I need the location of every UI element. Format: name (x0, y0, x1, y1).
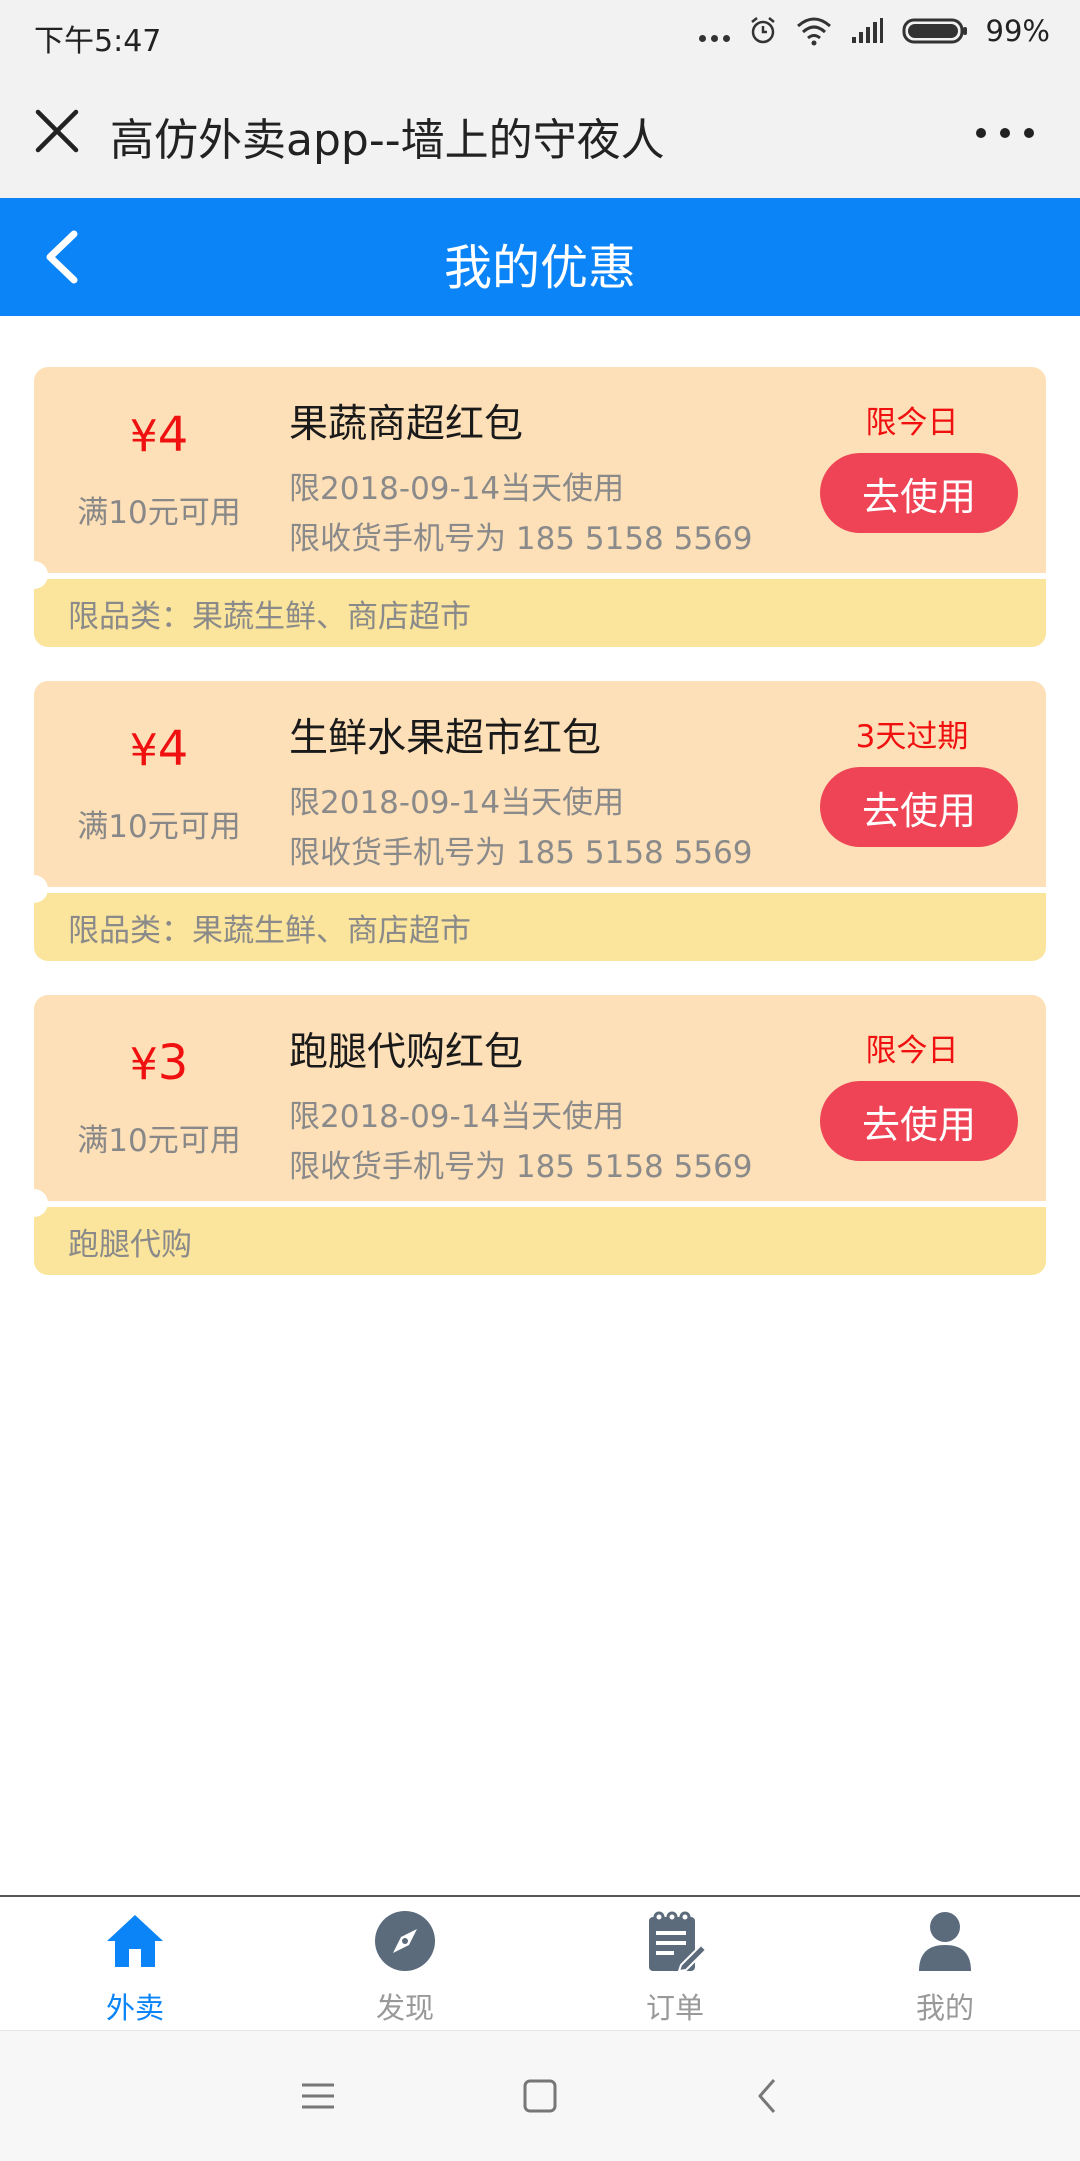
coupon-name: 跑腿代购红包 (289, 1030, 524, 1075)
home-icon (107, 1915, 163, 1967)
tab-takeout[interactable]: 外卖 (0, 1897, 270, 2032)
coupon-name: 果蔬商超红包 (289, 402, 524, 447)
coupon-card: 限品类：果蔬生鲜、商店超市 ¥4 满10元可用 生鲜水果超市红包 限2018-0… (34, 681, 1046, 961)
more-notifications-icon (698, 16, 730, 46)
home-square-icon[interactable] (520, 2076, 560, 2116)
close-icon[interactable] (34, 108, 80, 154)
coupon-date-limit: 限2018-09-14当天使用 (289, 471, 625, 507)
status-bar: 下午5:47 99% (0, 0, 1080, 66)
back-icon[interactable] (748, 2076, 788, 2116)
battery-percent: 99% (985, 14, 1050, 48)
battery-icon (902, 18, 967, 44)
tab-label: 外卖 (105, 1991, 164, 2025)
tab-orders[interactable]: 订单 (540, 1897, 810, 2032)
coupon-expiry: 限今日 (865, 1033, 959, 1069)
coupon-value: 4 (157, 721, 189, 777)
coupon-card: 跑腿代购 ¥3 满10元可用 跑腿代购红包 限2018-09-14当天使用 限收… (34, 995, 1046, 1275)
coupon-phone-limit: 限收货手机号为 185 5158 5569 (289, 1149, 753, 1185)
coupon-value: 3 (157, 1035, 189, 1091)
currency-symbol: ¥ (129, 1039, 158, 1090)
currency-symbol: ¥ (129, 411, 158, 462)
use-coupon-button[interactable]: 去使用 (820, 1081, 1018, 1161)
currency-symbol: ¥ (129, 725, 158, 776)
coupon-amount: ¥3 (34, 1035, 284, 1091)
tab-label: 订单 (645, 1991, 704, 2025)
coupon-date-limit: 限2018-09-14当天使用 (289, 1099, 625, 1135)
tab-label: 发现 (375, 1991, 434, 2025)
tab-label: 我的 (915, 1991, 974, 2025)
menu-icon[interactable] (298, 2076, 338, 2116)
signal-icon (851, 18, 883, 43)
coupon-amount: ¥4 (34, 407, 284, 463)
page-title: 我的优惠 (443, 240, 636, 296)
coupon-category-strip: 限品类：果蔬生鲜、商店超市 (34, 579, 1046, 647)
status-time: 下午5:47 (34, 24, 162, 59)
mini-program-title: 高仿外卖app--墙上的守夜人 (110, 115, 665, 166)
page-header: 我的优惠 (0, 198, 1080, 316)
use-coupon-button[interactable]: 去使用 (820, 453, 1018, 533)
coupon-phone-limit: 限收货手机号为 185 5158 5569 (289, 521, 753, 557)
coupon-condition: 满10元可用 (77, 1123, 241, 1159)
coupon-expiry: 3天过期 (855, 719, 969, 755)
coupon-name: 生鲜水果超市红包 (289, 716, 602, 761)
coupon-condition: 满10元可用 (77, 495, 241, 531)
coupon-category-strip: 跑腿代购 (34, 1207, 1046, 1275)
more-options-icon[interactable] (976, 128, 1034, 138)
coupon-category: 跑腿代购 (68, 1227, 192, 1263)
coupon-category: 限品类：果蔬生鲜、商店超市 (68, 599, 471, 635)
coupon-amount: ¥4 (34, 721, 284, 777)
alarm-icon (750, 17, 775, 44)
user-icon (919, 1912, 971, 1971)
coupon-category: 限品类：果蔬生鲜、商店超市 (68, 913, 471, 949)
use-coupon-button[interactable]: 去使用 (820, 767, 1018, 847)
coupon-expiry: 限今日 (865, 405, 959, 441)
compass-icon (375, 1911, 435, 1971)
mini-program-title-bar: 高仿外卖app--墙上的守夜人 (0, 66, 1080, 198)
system-navigation-bar (0, 2030, 1080, 2161)
coupon-card: 限品类：果蔬生鲜、商店超市 ¥4 满10元可用 果蔬商超红包 限2018-09-… (34, 367, 1046, 647)
bottom-tab-bar: 外卖 发现 订单 我的 (0, 1895, 1080, 2032)
coupon-phone-limit: 限收货手机号为 185 5158 5569 (289, 835, 753, 871)
coupon-category-strip: 限品类：果蔬生鲜、商店超市 (34, 893, 1046, 961)
status-icons: 99% (698, 14, 1050, 48)
wifi-icon (796, 17, 831, 46)
tab-mine[interactable]: 我的 (810, 1897, 1080, 2032)
coupon-condition: 满10元可用 (77, 809, 241, 845)
coupon-value: 4 (157, 407, 189, 463)
coupon-date-limit: 限2018-09-14当天使用 (289, 785, 625, 821)
order-icon (649, 1911, 707, 1973)
tab-discover[interactable]: 发现 (270, 1897, 540, 2032)
